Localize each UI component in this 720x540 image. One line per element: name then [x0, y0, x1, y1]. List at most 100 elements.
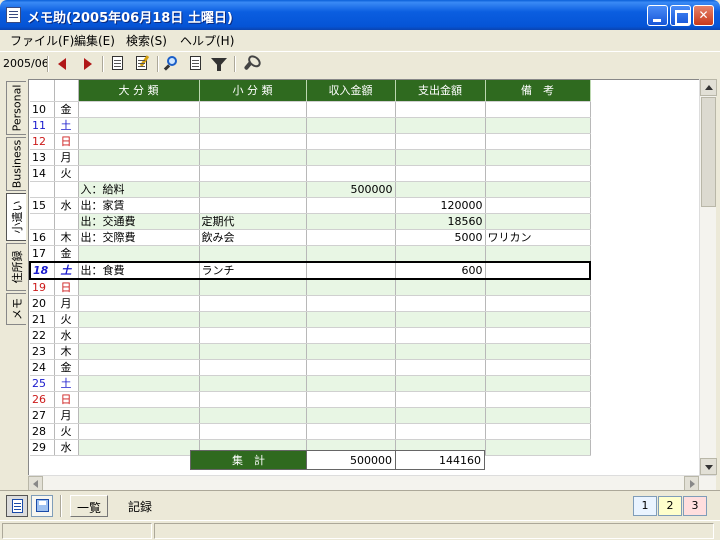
page-button-1[interactable]: 1 [633, 496, 657, 516]
minimize-button[interactable] [647, 5, 668, 26]
table-row[interactable]: 出：交通費 定期代 18560 [30, 213, 591, 230]
table-row[interactable]: 28 火 [30, 423, 591, 440]
note-cell[interactable] [485, 213, 591, 230]
minor-category-cell[interactable] [199, 149, 307, 166]
scroll-right-button[interactable] [684, 476, 699, 491]
major-category-cell[interactable] [78, 375, 200, 392]
expense-cell[interactable] [395, 101, 486, 118]
tab-personal[interactable]: Personal [6, 81, 26, 135]
menu-file[interactable]: ファイル(F) [10, 32, 74, 49]
filter-button[interactable] [209, 55, 228, 73]
income-cell[interactable] [306, 245, 396, 262]
major-category-cell[interactable] [78, 133, 200, 150]
search-button[interactable] [162, 55, 181, 73]
maximize-button[interactable] [670, 5, 691, 26]
header-note[interactable]: 備 考 [485, 80, 591, 102]
table-row[interactable]: 20 月 [30, 295, 591, 312]
major-category-cell[interactable]: 出：家賃 [78, 197, 200, 214]
table-row[interactable]: 15 水出：家賃 120000 [30, 197, 591, 214]
expense-cell[interactable] [395, 359, 486, 376]
income-cell[interactable] [306, 197, 396, 214]
header-income[interactable]: 収入金額 [306, 80, 396, 102]
search-record-button[interactable] [186, 55, 205, 73]
minor-category-cell[interactable]: 定期代 [199, 213, 307, 230]
scroll-down-button[interactable] [700, 458, 717, 475]
table-row[interactable]: 12 日 [30, 133, 591, 150]
income-cell[interactable] [306, 311, 396, 328]
major-category-cell[interactable]: 出：交際費 [78, 229, 200, 246]
table-row[interactable]: 25 土 [30, 375, 591, 392]
table-row[interactable]: 24 金 [30, 359, 591, 376]
income-cell[interactable] [306, 278, 396, 296]
minor-category-cell[interactable] [199, 407, 307, 424]
scroll-thumb[interactable] [701, 97, 716, 207]
expense-cell[interactable] [395, 165, 486, 182]
note-cell[interactable] [485, 260, 591, 280]
tab-business[interactable]: Business [6, 137, 26, 191]
note-cell[interactable] [485, 359, 591, 376]
note-cell[interactable] [485, 165, 591, 182]
expense-cell[interactable]: 600 [395, 260, 486, 280]
table-row[interactable]: 22 水 [30, 327, 591, 344]
income-cell[interactable] [306, 101, 396, 118]
prev-month-button[interactable] [53, 55, 72, 73]
expense-cell[interactable]: 120000 [395, 197, 486, 214]
expense-cell[interactable] [395, 311, 486, 328]
page-button-2[interactable]: 2 [658, 496, 682, 516]
expense-cell[interactable] [395, 423, 486, 440]
tab-allowance[interactable]: 小遣い [6, 193, 26, 241]
vertical-scrollbar[interactable] [699, 79, 717, 475]
income-cell[interactable] [306, 407, 396, 424]
minor-category-cell[interactable]: 飲み会 [199, 229, 307, 246]
income-cell[interactable] [306, 295, 396, 312]
income-cell[interactable] [306, 343, 396, 360]
major-category-cell[interactable]: 出：食費 [78, 260, 200, 280]
new-button[interactable] [108, 55, 127, 73]
minor-category-cell[interactable] [199, 391, 307, 408]
table-row[interactable]: 23 木 [30, 343, 591, 360]
minor-category-cell[interactable] [199, 295, 307, 312]
expense-cell[interactable] [395, 327, 486, 344]
table-row[interactable]: 21 火 [30, 311, 591, 328]
expense-cell[interactable] [395, 181, 486, 198]
note-cell[interactable] [485, 149, 591, 166]
income-cell[interactable] [306, 359, 396, 376]
expense-cell[interactable] [395, 117, 486, 134]
major-category-cell[interactable] [78, 101, 200, 118]
expense-cell[interactable] [395, 133, 486, 150]
note-cell[interactable] [485, 439, 591, 456]
income-cell[interactable] [306, 117, 396, 134]
major-category-cell[interactable] [78, 245, 200, 262]
minor-category-cell[interactable] [199, 165, 307, 182]
expense-cell[interactable] [395, 391, 486, 408]
minor-category-cell[interactable] [199, 327, 307, 344]
income-cell[interactable] [306, 423, 396, 440]
major-category-cell[interactable] [78, 359, 200, 376]
minor-category-cell[interactable] [199, 133, 307, 150]
table-row[interactable]: 27 月 [30, 407, 591, 424]
note-cell[interactable] [485, 101, 591, 118]
record-view-button[interactable] [31, 495, 53, 517]
income-cell[interactable]: 500000 [306, 181, 396, 198]
note-cell[interactable] [485, 327, 591, 344]
major-category-cell[interactable]: 入：給料 [78, 181, 200, 198]
minor-category-cell[interactable] [199, 245, 307, 262]
expense-cell[interactable] [395, 375, 486, 392]
expense-cell[interactable] [395, 295, 486, 312]
tab-memo[interactable]: メモ [6, 293, 26, 325]
note-cell[interactable] [485, 423, 591, 440]
expense-cell[interactable] [395, 245, 486, 262]
major-category-cell[interactable] [78, 295, 200, 312]
major-category-cell[interactable] [78, 117, 200, 134]
expense-cell[interactable]: 5000 [395, 229, 486, 246]
expense-cell[interactable]: 18560 [395, 213, 486, 230]
major-category-cell[interactable] [78, 327, 200, 344]
minor-category-cell[interactable]: ランチ [199, 260, 307, 280]
income-cell[interactable] [306, 229, 396, 246]
list-view-button[interactable] [6, 495, 28, 517]
income-cell[interactable] [306, 149, 396, 166]
minor-category-cell[interactable] [199, 311, 307, 328]
table-row[interactable]: 26 日 [30, 391, 591, 408]
major-category-cell[interactable] [78, 423, 200, 440]
settings-button[interactable] [240, 55, 259, 73]
